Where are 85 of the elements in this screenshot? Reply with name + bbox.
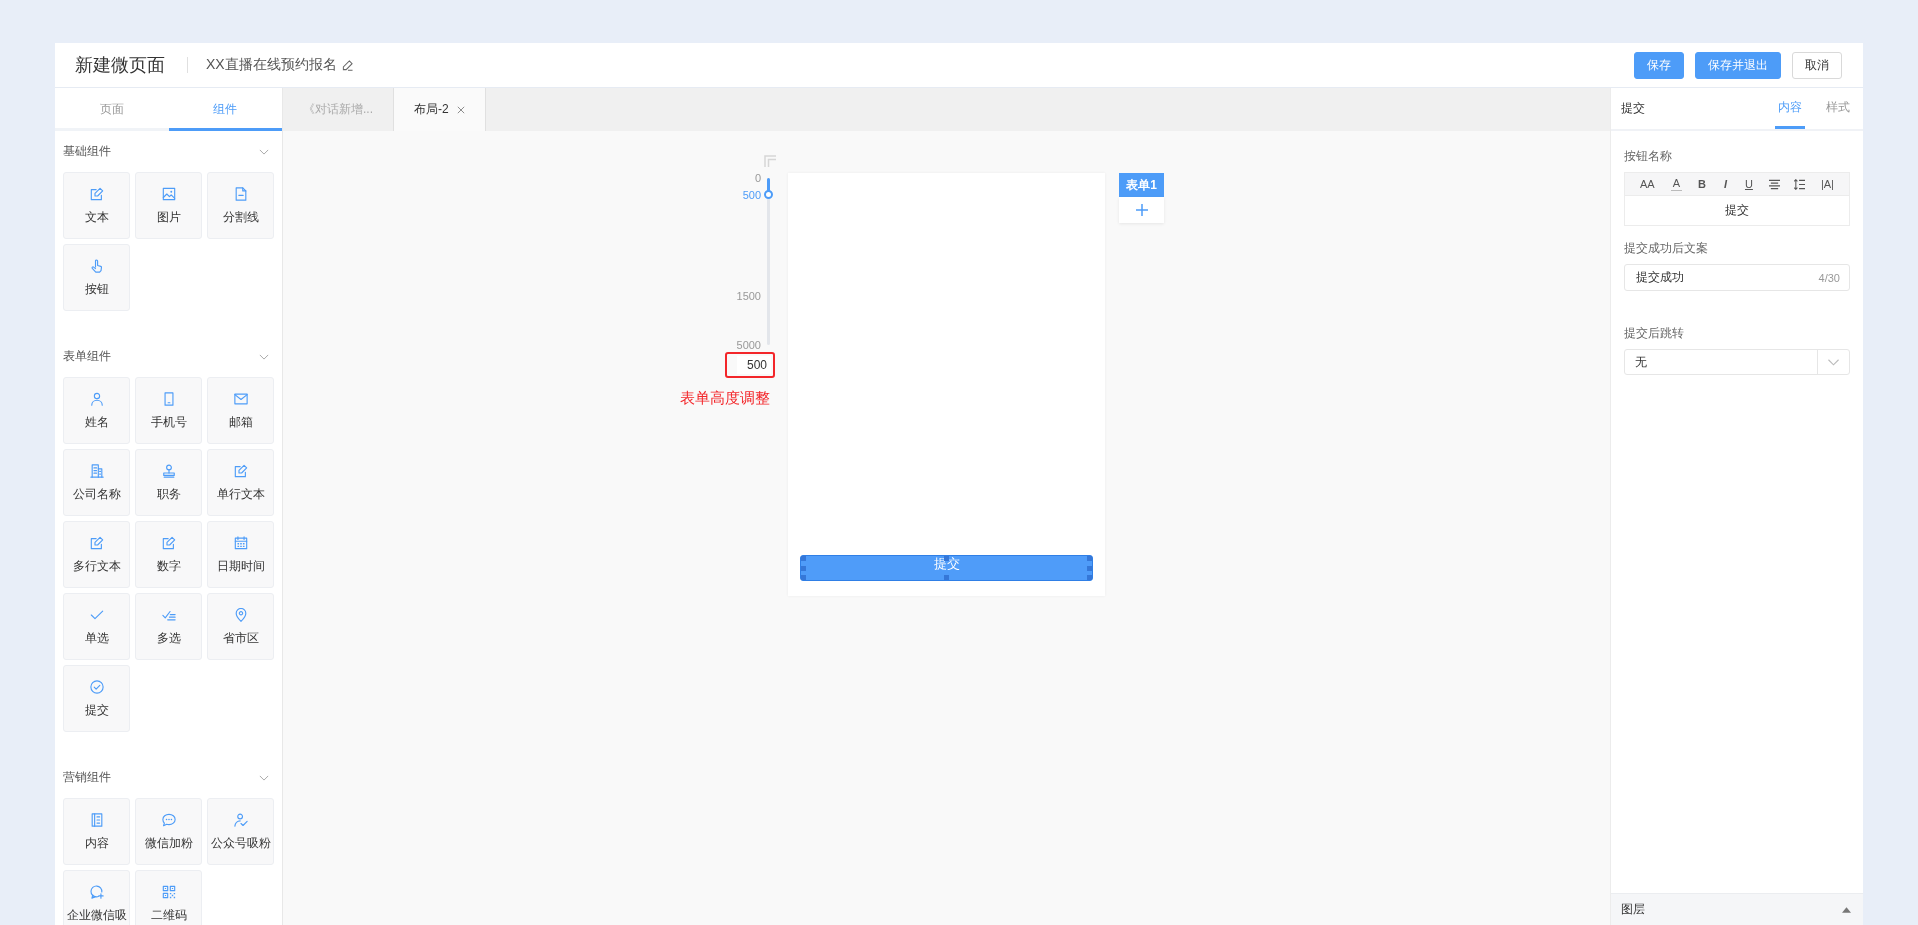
component-tile[interactable]: 单行文本 [207, 449, 274, 516]
section-header[interactable]: 表单组件 [63, 336, 273, 377]
component-tile[interactable]: 分割线 [207, 172, 274, 239]
building-icon [89, 464, 104, 478]
component-tile[interactable]: 企业微信吸 [63, 870, 130, 925]
char-counter: 4/30 [1818, 271, 1840, 284]
component-tile[interactable]: 公众号吸粉 [207, 798, 274, 865]
letter-spacing-button[interactable]: |A| [1818, 177, 1836, 191]
edit-icon [233, 464, 248, 478]
plus-icon [1135, 204, 1148, 216]
slider-thumb[interactable] [764, 190, 773, 200]
component-tile[interactable]: 多行文本 [63, 521, 130, 588]
qr-code-icon [161, 885, 176, 899]
font-size-button[interactable]: AA [1638, 177, 1657, 191]
user-icon [89, 392, 104, 406]
ruler-label: 500 [742, 188, 761, 201]
component-tile[interactable]: 多选 [135, 593, 202, 660]
location-pin-icon [233, 608, 248, 622]
component-tile[interactable]: 公司名称 [63, 449, 130, 516]
image-icon [161, 187, 176, 201]
component-tile[interactable]: 微信加粉 [135, 798, 202, 865]
dropdown[interactable]: 无 [1624, 349, 1850, 375]
ruler-label: 1500 [736, 290, 761, 303]
panel-title: 提交 [1621, 100, 1645, 117]
component-tile[interactable]: 文本 [63, 172, 130, 239]
add-form-button[interactable] [1119, 197, 1164, 223]
component-tile[interactable]: 姓名 [63, 377, 130, 444]
calendar-icon [233, 536, 248, 550]
layers-bar[interactable]: 图层 [1611, 893, 1863, 925]
component-tile[interactable]: 按钮 [63, 244, 130, 311]
button-name-field[interactable]: 提交 [1624, 196, 1850, 226]
check-icon [89, 608, 104, 622]
edit-icon [89, 536, 104, 550]
mail-icon [233, 392, 248, 406]
cancel-button[interactable]: 取消 [1792, 51, 1842, 79]
chevron-down-icon [1828, 358, 1839, 366]
chat-plus-icon [89, 885, 104, 899]
page-title: 新建微页面 [75, 54, 165, 77]
component-tile[interactable]: 内容 [63, 798, 130, 865]
resize-handle[interactable] [944, 575, 949, 580]
chat-bubble-icon [161, 813, 176, 827]
phone-icon [161, 392, 176, 406]
component-tile[interactable]: 图片 [135, 172, 202, 239]
user-check-icon [233, 813, 248, 827]
dropdown-value: 无 [1634, 353, 1648, 371]
book-icon [89, 813, 104, 827]
ruler-label: 5000 [736, 339, 761, 351]
component-tile[interactable]: 数字 [135, 521, 202, 588]
checklist-icon [161, 608, 176, 622]
field-label: 按钮名称 [1624, 149, 1672, 163]
align-center-icon[interactable] [1768, 178, 1780, 190]
resize-handle[interactable] [944, 556, 949, 561]
italic-button[interactable]: I [1721, 177, 1729, 191]
edit-icon [89, 187, 104, 201]
component-tile[interactable]: 日期时间 [207, 521, 274, 588]
pencil-icon[interactable] [341, 59, 353, 71]
field-label: 提交后跳转 [1624, 326, 1684, 340]
component-tile[interactable]: 二维码 [135, 870, 202, 925]
editor-tab[interactable]: 布局-2 [394, 88, 486, 131]
document-icon [233, 187, 248, 201]
corner-bracket-icon[interactable] [764, 155, 776, 167]
component-tile[interactable]: 省市区 [207, 593, 274, 660]
annotation-text: 表单高度调整 [680, 389, 770, 408]
component-tile[interactable]: 单选 [63, 593, 130, 660]
component-tile[interactable]: 手机号 [135, 377, 202, 444]
underline-button[interactable]: U [1742, 177, 1755, 191]
text-input[interactable]: 提交成功 4/30 [1624, 264, 1850, 291]
user-stamp-icon [161, 464, 176, 478]
height-slider[interactable] [764, 178, 773, 345]
component-tile[interactable]: 提交 [63, 665, 130, 732]
component-tile[interactable]: 职务 [135, 449, 202, 516]
component-tile[interactable]: 邮箱 [207, 377, 274, 444]
section-header[interactable]: 基础组件 [63, 131, 273, 172]
field-label: 提交成功后文案 [1624, 241, 1708, 255]
bold-button[interactable]: B [1696, 177, 1708, 191]
edit-icon [161, 536, 176, 550]
page-name: XX直播在线预约报名 [206, 56, 337, 74]
line-height-icon[interactable] [1793, 178, 1805, 190]
layers-title: 图层 [1621, 901, 1645, 918]
section-header[interactable]: 营销组件 [63, 757, 273, 798]
ruler-label: 0 [754, 172, 761, 184]
close-icon[interactable] [456, 105, 465, 114]
height-input[interactable]: 500 [737, 356, 771, 374]
input-value: 提交成功 [1636, 269, 1684, 286]
font-color-button[interactable]: A [1670, 177, 1682, 191]
